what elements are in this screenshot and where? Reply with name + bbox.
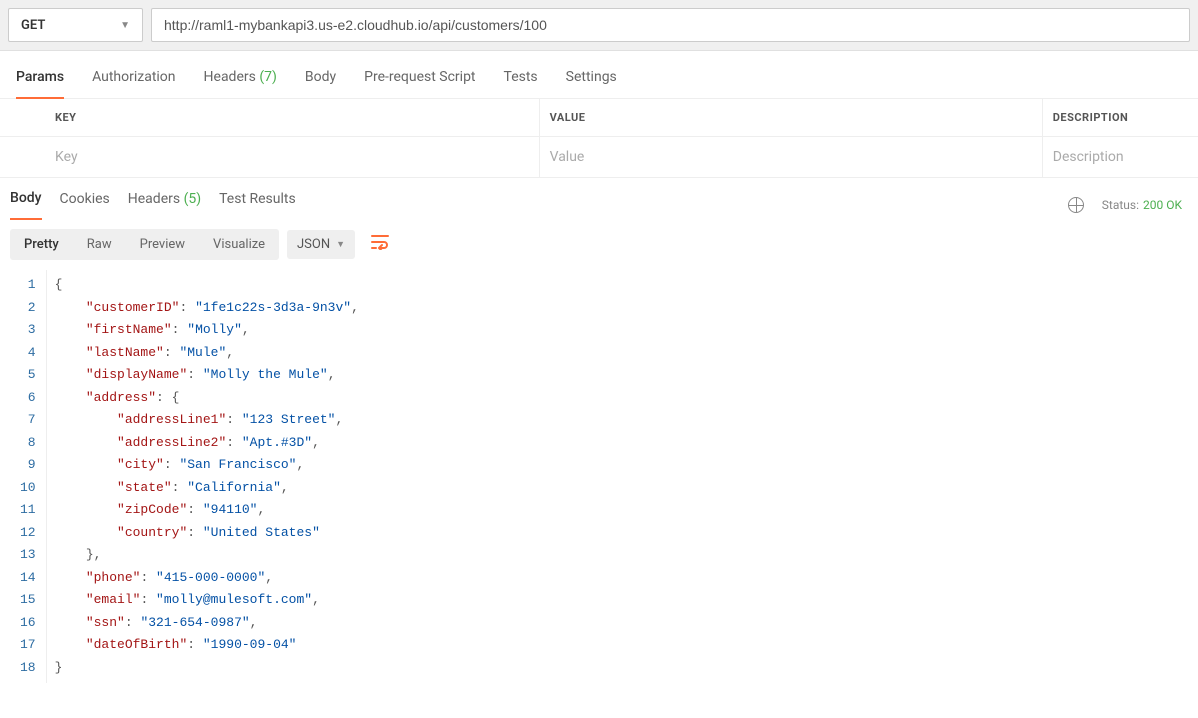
view-mode-bar: Pretty Raw Preview Visualize JSON ▼ — [0, 219, 1198, 270]
tab-resp-cookies[interactable]: Cookies — [60, 191, 110, 219]
tab-headers[interactable]: Headers (7) — [204, 69, 277, 98]
tab-body[interactable]: Body — [305, 69, 336, 98]
tab-authorization[interactable]: Authorization — [92, 69, 175, 98]
response-body-viewer[interactable]: 123456789101112131415161718 { "customerI… — [0, 270, 1198, 683]
headers-count: (7) — [259, 69, 277, 85]
tab-resp-headers-label: Headers — [128, 191, 180, 207]
status-code: 200 OK — [1143, 198, 1182, 212]
resp-headers-count: (5) — [184, 191, 202, 207]
json-code[interactable]: { "customerID": "1fe1c22s-3d3a-9n3v", "f… — [47, 270, 367, 683]
col-description: DESCRIPTION — [1042, 99, 1198, 137]
view-mode-pill: Pretty Raw Preview Visualize — [10, 229, 279, 260]
table-row[interactable]: Key Value Description — [0, 137, 1198, 178]
tab-headers-label: Headers — [204, 69, 256, 85]
response-tabs: Body Cookies Headers (5) Test Results St… — [0, 178, 1198, 219]
globe-icon[interactable] — [1068, 197, 1084, 213]
line-gutter: 123456789101112131415161718 — [0, 270, 47, 683]
url-input[interactable] — [151, 8, 1190, 42]
col-key: KEY — [0, 99, 539, 137]
http-method-label: GET — [21, 18, 45, 33]
tab-prerequest[interactable]: Pre-request Script — [364, 69, 475, 98]
format-label: JSON — [297, 237, 330, 252]
http-method-select[interactable]: GET ▼ — [8, 8, 143, 42]
key-input[interactable]: Key — [0, 137, 539, 178]
col-value: VALUE — [539, 99, 1042, 137]
view-pretty[interactable]: Pretty — [10, 229, 73, 260]
table-header: KEY VALUE DESCRIPTION — [0, 99, 1198, 137]
format-select[interactable]: JSON ▼ — [287, 230, 355, 259]
view-visualize[interactable]: Visualize — [199, 229, 279, 260]
tab-resp-body[interactable]: Body — [10, 190, 42, 220]
chevron-down-icon: ▼ — [120, 20, 130, 31]
wrap-lines-icon[interactable] — [363, 230, 397, 259]
tab-params[interactable]: Params — [16, 69, 64, 99]
tab-test-results[interactable]: Test Results — [219, 191, 296, 219]
chevron-down-icon: ▼ — [336, 239, 345, 250]
status-label: Status: — [1102, 198, 1139, 212]
tab-settings[interactable]: Settings — [566, 69, 617, 98]
tab-tests[interactable]: Tests — [504, 69, 538, 98]
view-raw[interactable]: Raw — [73, 229, 126, 260]
value-input[interactable]: Value — [539, 137, 1042, 178]
tab-resp-headers[interactable]: Headers (5) — [128, 191, 201, 219]
params-table: KEY VALUE DESCRIPTION Key Value Descript… — [0, 99, 1198, 178]
description-input[interactable]: Description — [1042, 137, 1198, 178]
view-preview[interactable]: Preview — [126, 229, 199, 260]
request-bar: GET ▼ — [0, 0, 1198, 51]
request-tabs: Params Authorization Headers (7) Body Pr… — [0, 51, 1198, 99]
